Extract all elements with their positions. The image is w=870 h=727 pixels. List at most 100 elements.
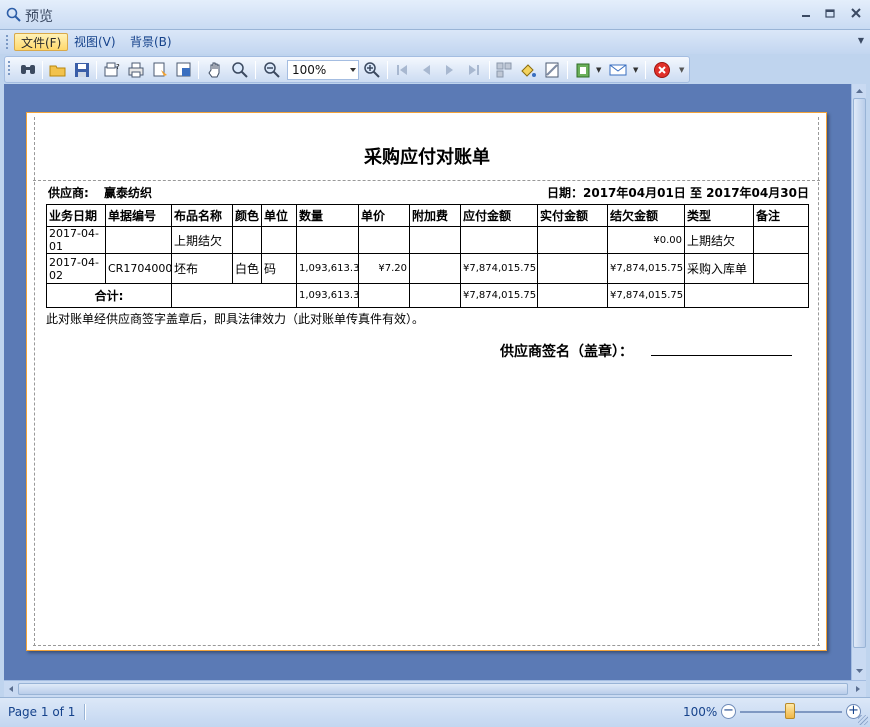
menu-overflow-icon[interactable]: ▼ xyxy=(858,36,864,45)
total-empty-cell xyxy=(171,283,297,308)
toolbar-separator xyxy=(489,61,490,79)
column-header: 数量 xyxy=(296,204,359,227)
export-button[interactable] xyxy=(575,61,593,79)
total-payable: ¥7,874,015.75 xyxy=(460,283,538,308)
column-header: 应付金额 xyxy=(460,204,538,227)
toolbar-separator xyxy=(645,61,646,79)
horizontal-scrollbar[interactable] xyxy=(4,680,866,697)
cell-date: 2017-04-02 xyxy=(46,253,106,284)
column-header: 附加费 xyxy=(409,204,461,227)
margin-guide-bottom xyxy=(33,645,820,646)
scroll-up-icon[interactable] xyxy=(853,84,866,98)
quick-print-button[interactable] xyxy=(151,61,169,79)
send-email-button[interactable] xyxy=(609,61,627,79)
vertical-scrollbar[interactable] xyxy=(851,84,866,680)
supplier-label: 供应商: xyxy=(48,186,89,200)
cell-type: 采购入库单 xyxy=(684,253,754,284)
column-header: 类型 xyxy=(684,204,754,227)
total-qty: 1,093,613.30 xyxy=(296,283,359,308)
total-row: 合计: 1,093,613.30 ¥7,874,015.75 ¥7,874,01… xyxy=(46,283,809,308)
page-color-button[interactable] xyxy=(519,61,537,79)
toolbar-separator xyxy=(96,61,97,79)
menu-grip xyxy=(6,35,9,49)
chevron-down-icon[interactable] xyxy=(350,68,356,72)
menu-view[interactable]: 视图(V) xyxy=(68,33,122,51)
toolbar-separator xyxy=(387,61,388,79)
maximize-icon xyxy=(825,9,835,18)
status-bar: Page 1 of 1 100% − + xyxy=(0,697,870,727)
save-button[interactable] xyxy=(73,61,91,79)
zoom-out-slider-button[interactable]: − xyxy=(721,704,736,719)
magnifier-button[interactable] xyxy=(231,61,249,79)
cell-qty xyxy=(296,226,359,254)
total-empty-cell xyxy=(409,283,461,308)
page-layout-button[interactable] xyxy=(175,61,193,79)
toolbar-separator xyxy=(567,61,568,79)
zoom-slider-thumb[interactable] xyxy=(785,703,795,719)
zoom-combobox[interactable]: 100% xyxy=(287,60,359,80)
menu-background[interactable]: 背景(B) xyxy=(124,33,178,51)
toolbar: ? 100% ▼ ▼ ▼ xyxy=(4,56,690,83)
multiple-pages-button[interactable] xyxy=(495,61,513,79)
report-title: 采购应付对账单 xyxy=(364,147,490,168)
minus-icon: − xyxy=(723,703,734,718)
page-indicator: Page 1 of 1 xyxy=(8,705,76,719)
maximize-button[interactable] xyxy=(820,5,840,23)
hand-tool-button[interactable] xyxy=(207,61,225,79)
cell-color: 白色 xyxy=(232,253,262,284)
column-header: 备注 xyxy=(753,204,809,227)
date-range: 日期：2017年04月01日 至 2017年04月30日 xyxy=(547,186,809,200)
find-button[interactable] xyxy=(19,61,37,79)
previous-page-button[interactable] xyxy=(417,61,435,79)
cell-unit: 码 xyxy=(261,253,297,284)
menu-bar: 文件(F) 视图(V) 背景(B) ▼ xyxy=(0,30,870,54)
legal-note: 此对账单经供应商签字盖章后，即具法律效力（此对账单传真件有效）。 xyxy=(46,312,425,326)
toolbar-overflow-icon[interactable]: ▼ xyxy=(679,66,684,74)
next-page-button[interactable] xyxy=(441,61,459,79)
zoom-out-button[interactable] xyxy=(263,61,281,79)
scroll-left-icon[interactable] xyxy=(5,683,17,695)
cell-payable xyxy=(460,226,538,254)
scroll-down-icon[interactable] xyxy=(853,664,866,678)
total-label: 合计: xyxy=(46,283,172,308)
toolbar-separator xyxy=(255,61,256,79)
watermark-button[interactable] xyxy=(543,61,561,79)
cell-owed: ¥0.00 xyxy=(607,226,685,254)
scroll-right-icon[interactable] xyxy=(852,683,864,695)
resize-grip[interactable] xyxy=(858,715,868,725)
close-icon xyxy=(851,8,861,18)
menu-file[interactable]: 文件(F) xyxy=(14,33,69,51)
toolbar-grip xyxy=(8,61,11,75)
total-empty-cell xyxy=(684,283,809,308)
last-page-button[interactable] xyxy=(465,61,483,79)
horizontal-scrollbar-thumb[interactable] xyxy=(18,683,848,695)
minimize-button[interactable] xyxy=(796,5,816,23)
cell-date: 2017-04-01 xyxy=(46,226,106,254)
cell-price: ¥7.20 xyxy=(358,253,410,284)
cell-surcharge xyxy=(409,253,461,284)
close-preview-button[interactable] xyxy=(653,61,671,79)
export-dropdown-icon[interactable]: ▼ xyxy=(596,66,601,74)
open-button[interactable] xyxy=(49,61,67,79)
status-separator xyxy=(84,704,86,720)
first-page-button[interactable] xyxy=(393,61,411,79)
cell-payable: ¥7,874,015.75 xyxy=(460,253,538,284)
email-dropdown-icon[interactable]: ▼ xyxy=(633,66,638,74)
cell-product: 坯布 xyxy=(171,253,233,284)
cell-doc-no: CR17040001 xyxy=(105,253,172,284)
cell-unit xyxy=(261,226,297,254)
vertical-scrollbar-thumb[interactable] xyxy=(853,98,866,648)
supplier-name: 赢泰纺织 xyxy=(104,186,153,200)
print-button[interactable] xyxy=(127,61,145,79)
zoom-in-button[interactable] xyxy=(363,61,381,79)
column-header: 业务日期 xyxy=(46,204,106,227)
window-title: 预览 xyxy=(25,9,53,25)
column-header: 结欠金额 xyxy=(607,204,685,227)
zoom-percent: 100% xyxy=(683,705,718,719)
margin-guide-right xyxy=(818,117,819,646)
cell-price xyxy=(358,226,410,254)
margin-guide-header xyxy=(33,180,820,181)
column-header: 实付金额 xyxy=(537,204,608,227)
close-button[interactable] xyxy=(846,5,866,23)
page-setup-button[interactable]: ? xyxy=(103,61,121,79)
